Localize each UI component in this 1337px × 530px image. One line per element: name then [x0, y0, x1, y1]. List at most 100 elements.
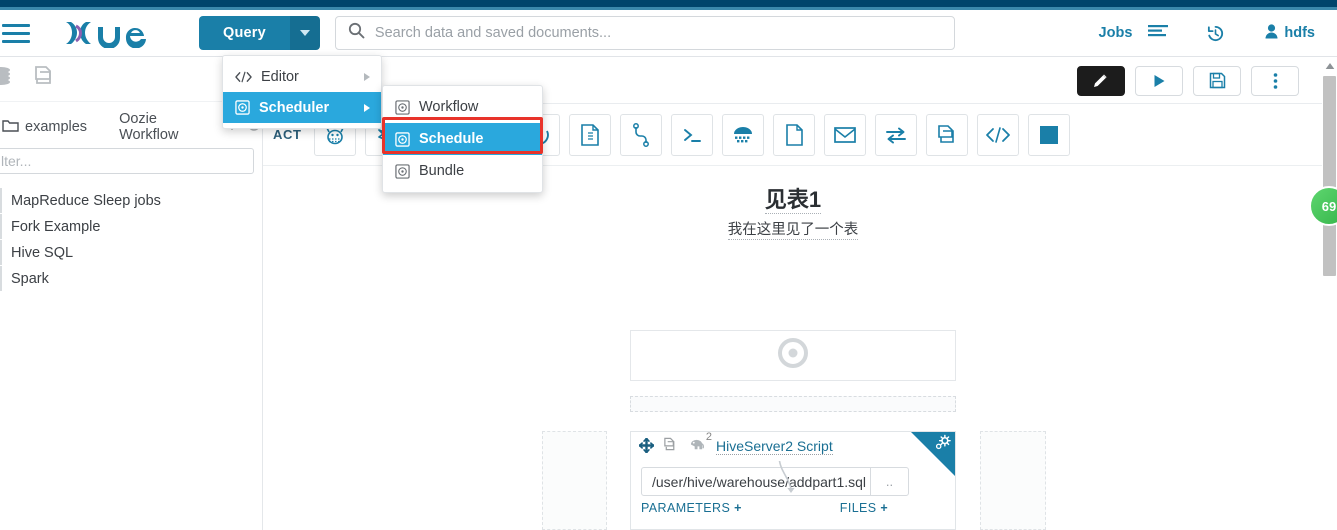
list-item-label: Fork Example	[11, 218, 101, 235]
browse-button[interactable]: ..	[870, 468, 908, 495]
workflow-canvas: 见表1 我在这里见了一个表 2 HiveServer2 Script ✕ /us…	[263, 166, 1323, 530]
menu-item-label: Scheduler	[259, 99, 330, 116]
user-menu[interactable]: hdfs	[1265, 23, 1315, 43]
workflow-action-node[interactable]: 2 HiveServer2 Script ✕ /user/hive/wareho…	[630, 431, 956, 530]
workflow-drop-strip[interactable]	[630, 396, 956, 412]
node-header: 2 HiveServer2 Script ✕	[631, 432, 955, 461]
list-item[interactable]: Spark	[0, 266, 262, 291]
fs-document-icon[interactable]	[772, 113, 815, 156]
files-plus-icon[interactable]: +	[880, 501, 888, 515]
generic-code-icon[interactable]	[976, 113, 1019, 156]
assist-filter-placeholder: lter...	[1, 153, 32, 169]
user-icon	[1265, 23, 1278, 43]
list-item-label: Hive SQL	[11, 244, 74, 261]
scroll-up-icon[interactable]	[1322, 58, 1337, 74]
list-item[interactable]: Fork Example	[0, 214, 262, 239]
list-item-label: Spark	[11, 270, 49, 287]
email-icon[interactable]	[823, 113, 866, 156]
actions-label: ACT	[273, 127, 302, 142]
jobs-link[interactable]: Jobs	[1099, 24, 1169, 43]
move-cross-icon[interactable]	[638, 436, 655, 456]
list-item-label: MapReduce Sleep jobs	[11, 192, 161, 209]
list-item[interactable]: Hive SQL	[0, 240, 262, 265]
submenu-item-label: Schedule	[419, 131, 484, 147]
submenu-item-bundle[interactable]: Bundle	[383, 155, 542, 187]
parameters-label: PARAMETERS	[641, 501, 731, 515]
submenu-item-schedule[interactable]: Schedule	[383, 123, 542, 155]
query-button-group[interactable]: Query	[199, 16, 320, 50]
gear-settings-icon[interactable]	[933, 434, 952, 458]
copy-icon[interactable]	[663, 437, 678, 457]
scheduler-icon	[395, 163, 410, 179]
query-dropdown-caret[interactable]	[289, 16, 320, 50]
stop-square-icon[interactable]	[1027, 113, 1070, 156]
parameters-plus-icon[interactable]: +	[734, 501, 742, 515]
top-accent-strip	[0, 0, 1337, 7]
global-navbar: Query Search data and saved documents...…	[0, 10, 1337, 57]
submenu-item-label: Bundle	[419, 163, 465, 179]
scheduler-icon	[235, 100, 250, 115]
hamburger-menu-icon[interactable]	[2, 23, 36, 43]
submenu-item-workflow[interactable]: Workflow	[383, 91, 542, 123]
hue-logo[interactable]	[60, 18, 156, 48]
more-options-button[interactable]	[1251, 65, 1299, 96]
jobs-list-icon	[1148, 24, 1169, 43]
node-body: /user/hive/warehouse/addpart1.sql .. PAR…	[631, 461, 955, 515]
page-body: examples Oozie Workflow lter... MapReduc…	[0, 58, 1337, 530]
user-name: hdfs	[1284, 25, 1315, 41]
start-target-icon	[774, 334, 812, 377]
menu-item-editor[interactable]: Editor	[223, 61, 381, 92]
scheduler-icon	[395, 131, 410, 147]
workflow-title-text[interactable]: 见表1	[764, 187, 822, 214]
transfer-arrows-icon[interactable]	[874, 113, 917, 156]
folder-label: examples	[25, 119, 88, 135]
files-label: FILES	[839, 501, 877, 515]
assist-filter-input[interactable]: lter...	[0, 148, 254, 174]
workflow-start-node[interactable]	[630, 330, 956, 381]
workflow-subtitle: 我在这里见了一个表	[263, 218, 1323, 240]
files-link[interactable]: FILES +	[840, 501, 888, 515]
script-path-field[interactable]: /user/hive/warehouse/addpart1.sql ..	[641, 467, 909, 496]
jobs-label: Jobs	[1098, 25, 1133, 41]
run-button[interactable]	[1135, 65, 1183, 96]
submenu-item-label: Workflow	[419, 99, 479, 115]
query-dropdown-menu: Editor Scheduler	[222, 55, 382, 129]
doc-type-selector[interactable]: Oozie Workflow	[119, 111, 219, 143]
fork-branch-icon[interactable]	[619, 113, 662, 156]
search-icon	[348, 22, 365, 44]
search-placeholder: Search data and saved documents...	[374, 25, 612, 41]
node-name[interactable]: HiveServer2 Script	[716, 438, 833, 455]
chevron-right-icon	[364, 72, 370, 81]
menu-item-scheduler[interactable]: Scheduler	[223, 92, 381, 123]
search-input[interactable]: Search data and saved documents...	[334, 16, 955, 50]
workflow-drop-zone-right[interactable]	[980, 431, 1046, 530]
code-icon	[235, 71, 252, 83]
script-path-value[interactable]: /user/hive/warehouse/addpart1.sql	[642, 468, 870, 495]
node-links-row: PARAMETERS + FILES +	[641, 501, 945, 515]
scheduler-icon	[395, 99, 410, 115]
shell-terminal-icon[interactable]	[670, 113, 713, 156]
sub-workflow-icon[interactable]	[925, 113, 968, 156]
hive-elephant-icon: 2	[689, 432, 712, 457]
folder-icon	[2, 118, 19, 137]
distcp-doc-icon[interactable]	[568, 113, 611, 156]
list-item[interactable]: MapReduce Sleep jobs	[0, 188, 262, 213]
vertical-scrollbar[interactable]	[1322, 58, 1337, 530]
documents-copy-icon[interactable]	[32, 64, 58, 95]
workflow-list: MapReduce Sleep jobs Fork Example Hive S…	[0, 188, 262, 291]
menu-item-label: Editor	[261, 68, 299, 85]
edit-pencil-icon[interactable]	[920, 452, 934, 471]
scrollbar-thumb[interactable]	[1323, 76, 1336, 276]
scheduler-submenu: Workflow Schedule Bundle	[382, 85, 543, 193]
workflow-subtitle-text[interactable]: 我在这里见了一个表	[727, 222, 859, 240]
chevron-right-icon	[364, 103, 370, 112]
navbar-right-group: Jobs hdfs	[1099, 23, 1337, 43]
workflow-drop-zone-left[interactable]	[542, 431, 607, 530]
save-button[interactable]	[1193, 65, 1241, 96]
edit-button[interactable]	[1077, 65, 1125, 96]
history-clock-icon[interactable]	[1206, 24, 1225, 43]
query-button[interactable]: Query	[199, 16, 290, 50]
parameters-link[interactable]: PARAMETERS +	[641, 501, 742, 515]
ssh-icon[interactable]	[721, 113, 764, 156]
database-stack-icon[interactable]	[0, 64, 18, 95]
